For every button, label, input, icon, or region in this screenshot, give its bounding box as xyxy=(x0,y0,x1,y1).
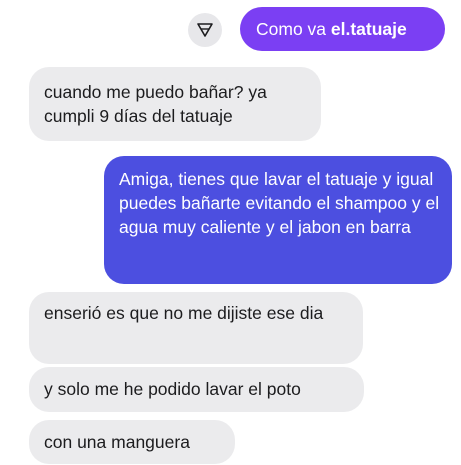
triangle-down-icon xyxy=(197,23,213,37)
message-bubble-incoming[interactable]: con una manguera xyxy=(29,420,235,464)
message-text: enserió es que no me dijiste ese dia xyxy=(44,303,324,323)
message-bubble-incoming[interactable]: cuando me puedo bañar? ya cumpli 9 días … xyxy=(29,67,321,141)
message-bubble-outgoing[interactable]: Como va el.tatuaje xyxy=(240,7,445,51)
message-text: Amiga, tienes que lavar el tatuaje y igu… xyxy=(119,169,440,237)
message-text: y solo me he podido lavar el poto xyxy=(44,379,301,399)
chat-thread: Como va el.tatuaje cuando me puedo bañar… xyxy=(0,0,461,465)
message-bubble-incoming[interactable]: y solo me he podido lavar el poto xyxy=(29,367,364,412)
message-emphasis: el.tatuaje xyxy=(330,19,407,39)
reply-button[interactable] xyxy=(188,13,222,47)
message-bubble-incoming[interactable]: enserió es que no me dijiste ese dia xyxy=(29,292,363,364)
message-text: cuando me puedo bañar? ya cumpli 9 días … xyxy=(44,82,267,126)
message-text: Como va xyxy=(256,19,331,39)
message-text: con una manguera xyxy=(44,432,190,452)
message-bubble-outgoing[interactable]: Amiga, tienes que lavar el tatuaje y igu… xyxy=(104,156,452,284)
